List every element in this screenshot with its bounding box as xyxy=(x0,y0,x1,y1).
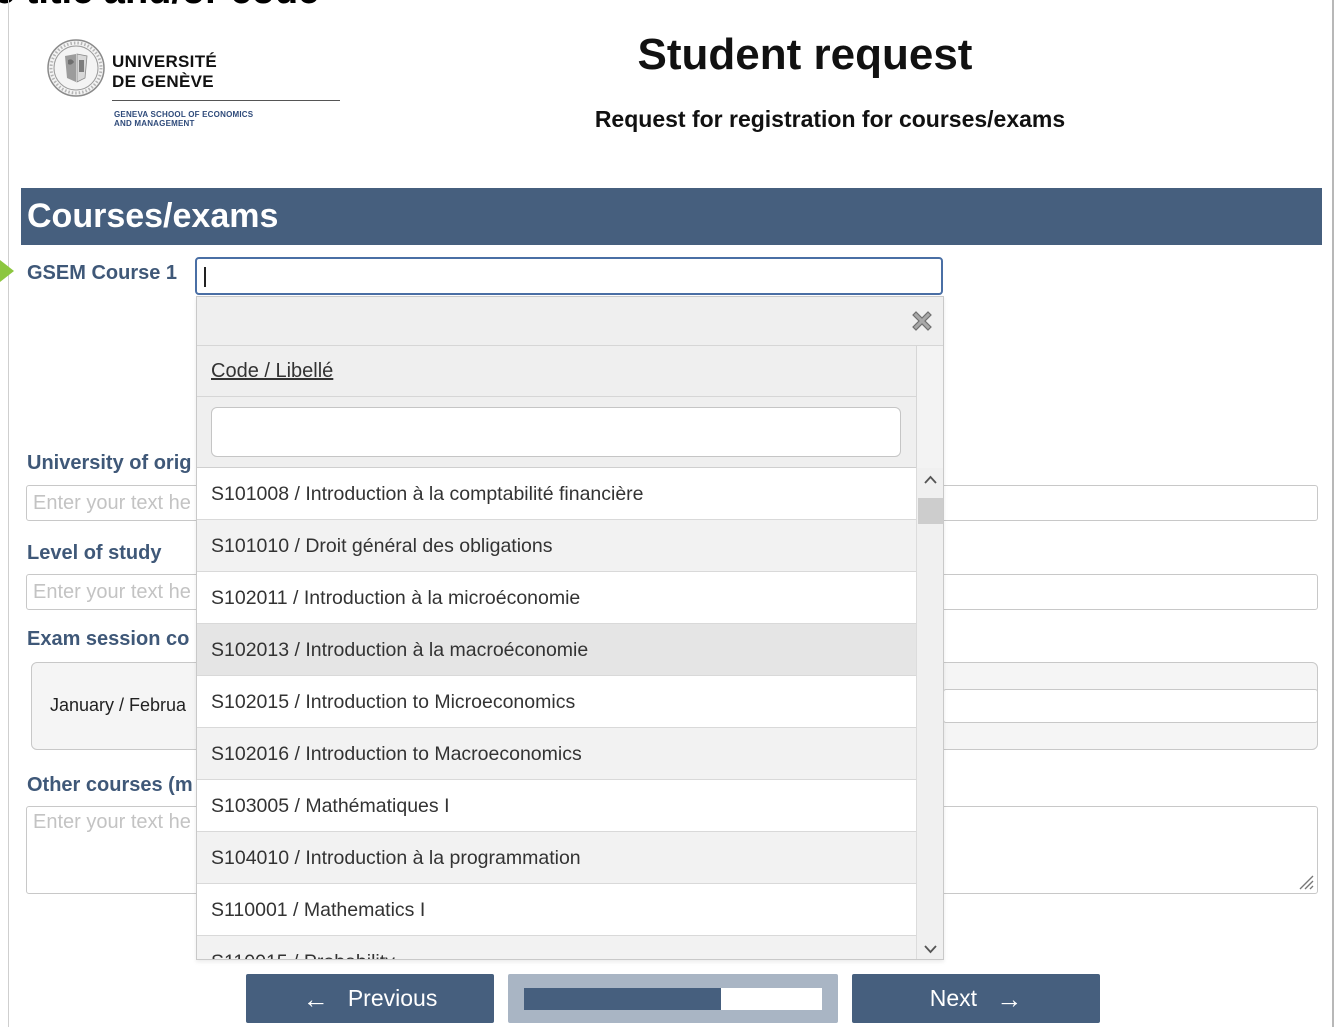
text-caret xyxy=(204,267,206,287)
dropdown-column-header[interactable]: Code / Libellé xyxy=(197,346,916,397)
logo-line-1: UNIVERSITÉ xyxy=(112,52,218,71)
dropdown-option[interactable]: S102015 / Introduction to Microeconomics xyxy=(197,676,916,728)
dropdown-option[interactable]: S102011 / Introduction à la microéconomi… xyxy=(197,572,916,624)
scroll-up-icon[interactable] xyxy=(917,468,944,492)
right-border xyxy=(1332,0,1334,1027)
scrollbar-thumb[interactable] xyxy=(918,498,943,524)
other-courses-label: Other courses (m xyxy=(27,774,193,796)
dropdown-option[interactable]: S110015 / Probability xyxy=(197,936,916,959)
logo-divider xyxy=(112,100,340,101)
logo-sub-1: GENEVA SCHOOL OF ECONOMICS xyxy=(114,110,254,119)
dropdown-option[interactable]: S103005 / Mathématiques I xyxy=(197,780,916,832)
dropdown-option[interactable]: S104010 / Introduction à la programmatio… xyxy=(197,832,916,884)
resize-grip-icon[interactable] xyxy=(1298,874,1314,890)
dropdown-header-gutter xyxy=(916,346,943,468)
next-button-label: Next xyxy=(929,985,978,1011)
exam-session-option-label: January / Februa xyxy=(50,695,187,715)
progress-fill xyxy=(524,988,721,1010)
dropdown-option[interactable]: S101008 / Introduction à la comptabilité… xyxy=(197,468,916,520)
section-header: Courses/exams xyxy=(21,188,1322,245)
dropdown-toolbar xyxy=(197,297,943,346)
column-header-label[interactable]: Code / Libellé xyxy=(211,360,333,383)
logo-line-2: DE GENÈVE xyxy=(112,72,214,91)
course1-label: GSEM Course 1 xyxy=(27,262,178,284)
dropdown-list: S101008 / Introduction à la comptabilité… xyxy=(197,468,916,959)
close-icon[interactable] xyxy=(907,306,937,336)
course1-input[interactable] xyxy=(195,257,943,295)
current-field-indicator xyxy=(0,260,14,282)
course-dropdown: Code / Libellé S101008 / Introduction à … xyxy=(196,296,944,960)
previous-button[interactable]: ← Previous xyxy=(246,974,494,1023)
exam-session-input[interactable] xyxy=(943,689,1318,723)
left-border xyxy=(8,0,9,1027)
previous-button-label: Previous xyxy=(347,985,438,1011)
dropdown-option[interactable]: S101010 / Droit général des obligations xyxy=(197,520,916,572)
dropdown-option[interactable]: S102016 / Introduction to Macroeconomics xyxy=(197,728,916,780)
scroll-down-icon[interactable] xyxy=(917,937,944,960)
page-subtitle: Request for registration for courses/exa… xyxy=(594,106,1066,132)
progress-bar xyxy=(508,974,838,1023)
page-title: Student request xyxy=(637,30,973,79)
clipped-heading: e title and/or code xyxy=(0,0,319,13)
level-label: Level of study xyxy=(27,542,162,564)
other-courses-placeholder: Enter your text he xyxy=(33,811,191,833)
logo-wordmark: UNIVERSITÉ DE GENÈVE xyxy=(112,52,217,92)
university-seal-icon xyxy=(47,39,105,97)
arrow-right-icon: → xyxy=(996,984,1023,1014)
next-button[interactable]: Next → xyxy=(852,974,1100,1023)
dropdown-option[interactable]: S110001 / Mathematics I xyxy=(197,884,916,936)
dropdown-option[interactable]: S102013 / Introduction à la macroéconomi… xyxy=(197,624,916,676)
logo-sub-2: AND MANAGEMENT xyxy=(114,119,195,128)
arrow-left-icon: ← xyxy=(302,984,329,1014)
university-logo: UNIVERSITÉ DE GENÈVE GENEVA SCHOOL OF EC… xyxy=(46,38,340,138)
exam-session-label: Exam session co xyxy=(27,628,190,650)
university-label: University of orig xyxy=(27,452,192,474)
dropdown-filter-row xyxy=(197,397,916,468)
dropdown-scrollbar[interactable] xyxy=(916,468,944,960)
logo-faculty: GENEVA SCHOOL OF ECONOMICS AND MANAGEMEN… xyxy=(114,110,253,128)
dropdown-filter-input[interactable] xyxy=(211,407,901,457)
progress-track xyxy=(524,988,822,1010)
